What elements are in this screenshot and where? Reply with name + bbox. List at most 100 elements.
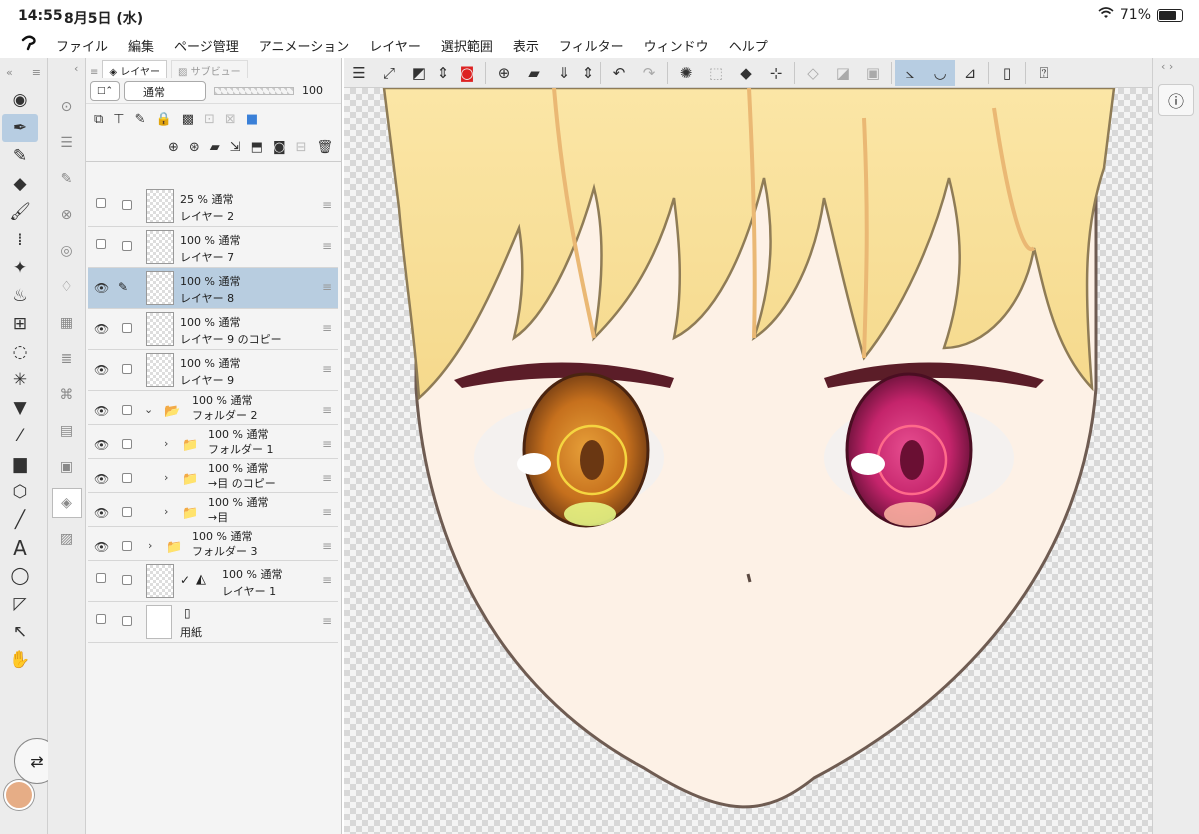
save-stepper-icon[interactable]: ⇕ <box>579 60 597 86</box>
tab-subview[interactable]: ▨ サブビュー <box>170 60 248 78</box>
menu-animation[interactable]: アニメーション <box>259 36 349 55</box>
paper-row[interactable]: ▯ 用紙 ≡ <box>88 602 338 643</box>
eraser-tool-icon[interactable]: ◆ <box>2 170 38 198</box>
layer-checkbox[interactable] <box>122 323 132 333</box>
eye-icon[interactable]: 👁 <box>94 363 109 377</box>
deselect-icon[interactable]: ✺ <box>671 60 701 86</box>
menu-window[interactable]: ウィンドウ <box>644 36 709 55</box>
eye-icon[interactable]: 👁 <box>94 322 109 336</box>
eye-icon[interactable]: 👁 <box>94 438 109 452</box>
lock-transparent-icon[interactable]: ▩ <box>182 112 194 127</box>
layer-color-toggle[interactable]: □⌃ <box>90 80 120 101</box>
layer-checkbox[interactable] <box>122 541 132 551</box>
ruler-tool-icon[interactable]: ◸ <box>2 590 38 618</box>
new-file-icon[interactable]: ⊕ <box>489 60 519 86</box>
drag-handle-icon[interactable]: ≡ <box>322 471 332 485</box>
folder-row[interactable]: 👁 ⌄ 📂 100 % 通常 フォルダー 2 ≡ <box>88 391 338 425</box>
tool-property-icon[interactable]: ☰ <box>52 128 82 158</box>
gradient-tool-icon[interactable]: ▆ <box>2 450 38 478</box>
3d-tool-icon[interactable]: ⬡ <box>2 478 38 506</box>
opacity-slider[interactable] <box>214 86 294 95</box>
layer-checkbox[interactable] <box>122 507 132 517</box>
delete-layer-icon[interactable]: 🗑 <box>316 140 333 155</box>
merge-icon[interactable]: ⬒ <box>251 140 263 155</box>
balloon-tool-icon[interactable]: ◯ <box>2 562 38 590</box>
folder-row[interactable]: 👁 › 📁 100 % 通常 フォルダー 1 ≡ <box>88 425 338 459</box>
item-bank-icon[interactable]: ▤ <box>52 416 82 446</box>
navigator-icon[interactable]: ⊙ <box>52 92 82 122</box>
folder-row[interactable]: 👁 › 📁 100 % 通常 →目 ≡ <box>88 493 338 527</box>
folder-row[interactable]: 👁 › 📁 100 % 通常 →目 のコピー ≡ <box>88 459 338 493</box>
clip-icon[interactable]: ⧉ <box>94 112 103 127</box>
ruler-toggle-icon[interactable]: ⊠ <box>225 112 236 127</box>
chevron-right-icon[interactable]: › <box>164 437 168 450</box>
menu-icon[interactable]: ☰ <box>344 60 374 86</box>
layer-palette-icon[interactable]: ◈ <box>51 488 82 518</box>
visibility-toggle[interactable] <box>94 197 108 211</box>
object-tool-icon[interactable]: ↖ <box>2 618 38 646</box>
visibility-toggle[interactable] <box>94 238 108 252</box>
apply-mask-icon[interactable]: ⊟ <box>296 140 307 155</box>
blend-mode-select[interactable]: 通常 <box>124 80 206 101</box>
layer-property-icon[interactable]: ≣ <box>52 344 82 374</box>
collapse-left-icon[interactable]: « <box>6 66 13 79</box>
snap-ruler-icon[interactable]: ⦣ <box>895 59 925 86</box>
drawing-canvas[interactable] <box>344 88 1152 834</box>
visibility-toggle[interactable] <box>94 613 108 627</box>
layer-checkbox[interactable] <box>122 575 132 585</box>
collapse-strip-icon[interactable]: ‹ <box>48 58 85 86</box>
menu-selection[interactable]: 選択範囲 <box>441 36 493 55</box>
hand-tool-icon[interactable]: ✋ <box>2 646 38 674</box>
clear-outside-icon[interactable]: ◪ <box>828 60 858 86</box>
redo-icon[interactable]: ↷ <box>634 60 664 86</box>
menu-page[interactable]: ページ管理 <box>174 36 239 55</box>
layer-row[interactable]: 👁 100 % 通常 レイヤー 9 のコピー ≡ <box>88 309 338 350</box>
eye-icon[interactable]: 👁 <box>94 506 109 520</box>
new-folder-icon[interactable]: ▰ <box>210 140 220 155</box>
open-icon[interactable]: ▰ <box>519 60 549 86</box>
menu-edit[interactable]: 編集 <box>128 36 154 55</box>
stepper-icon[interactable]: ⇕ <box>434 60 452 86</box>
collapse-right-icon[interactable]: ‹ › <box>1153 58 1199 76</box>
drag-handle-icon[interactable]: ≡ <box>322 198 332 212</box>
chevron-right-icon[interactable]: › <box>164 505 168 518</box>
color-set-icon[interactable]: ◎ <box>52 236 82 266</box>
timeline-icon[interactable]: ▦ <box>52 308 82 338</box>
snap-special-ruler-icon[interactable]: ◡ <box>925 59 955 86</box>
resize-icon[interactable]: ⤢ <box>374 60 404 86</box>
chevron-right-icon[interactable]: › <box>164 471 168 484</box>
drag-handle-icon[interactable]: ≡ <box>322 280 332 294</box>
layer-checkbox[interactable] <box>122 439 132 449</box>
color-circle-icon[interactable]: ⊗ <box>52 200 82 230</box>
new-raster-layer-icon[interactable]: ⊕ <box>168 140 179 155</box>
fill-tool-icon[interactable]: ▼ <box>2 394 38 422</box>
decoration-tool-icon[interactable]: ✦ <box>2 254 38 282</box>
quick-access-icon[interactable]: ◩ <box>404 60 434 86</box>
text-tool-icon[interactable]: A <box>2 534 38 562</box>
transfer-icon[interactable]: ⇲ <box>230 140 241 155</box>
layer-checkbox[interactable] <box>122 200 132 210</box>
layer-checkbox[interactable] <box>122 405 132 415</box>
clear-icon[interactable]: ◇ <box>798 60 828 86</box>
drag-handle-icon[interactable]: ≡ <box>322 321 332 335</box>
select-all-icon[interactable]: ⬚ <box>701 60 731 86</box>
drag-handle-icon[interactable]: ≡ <box>322 239 332 253</box>
layer-color-icon[interactable]: ■ <box>246 112 258 127</box>
menu-file[interactable]: ファイル <box>56 36 108 55</box>
pen-tool-icon[interactable]: ✒ <box>2 114 38 142</box>
airbrush-tool-icon[interactable]: ⁞ <box>2 226 38 254</box>
fill-selection-icon[interactable]: ◆ <box>731 60 761 86</box>
pencil-tool-icon[interactable]: ✎ <box>2 142 38 170</box>
drag-handle-icon[interactable]: ≡ <box>322 437 332 451</box>
drag-handle-icon[interactable]: ≡ <box>322 505 332 519</box>
layer-checkbox[interactable] <box>122 473 132 483</box>
layer-row[interactable]: 100 % 通常 レイヤー 7 ≡ <box>88 227 338 268</box>
intermediate-color-icon[interactable]: ♢ <box>52 272 82 302</box>
undo-icon[interactable]: ↶ <box>604 60 634 86</box>
info-icon[interactable]: ⓘ <box>1158 84 1194 116</box>
menu-lines-icon[interactable]: ≡ <box>32 66 41 79</box>
chevron-down-icon[interactable]: ⌄ <box>144 403 153 416</box>
draft-icon[interactable]: ✎ <box>135 112 146 127</box>
subview-icon[interactable]: ▨ <box>52 524 82 554</box>
brush-size-icon[interactable]: ✎ <box>52 164 82 194</box>
